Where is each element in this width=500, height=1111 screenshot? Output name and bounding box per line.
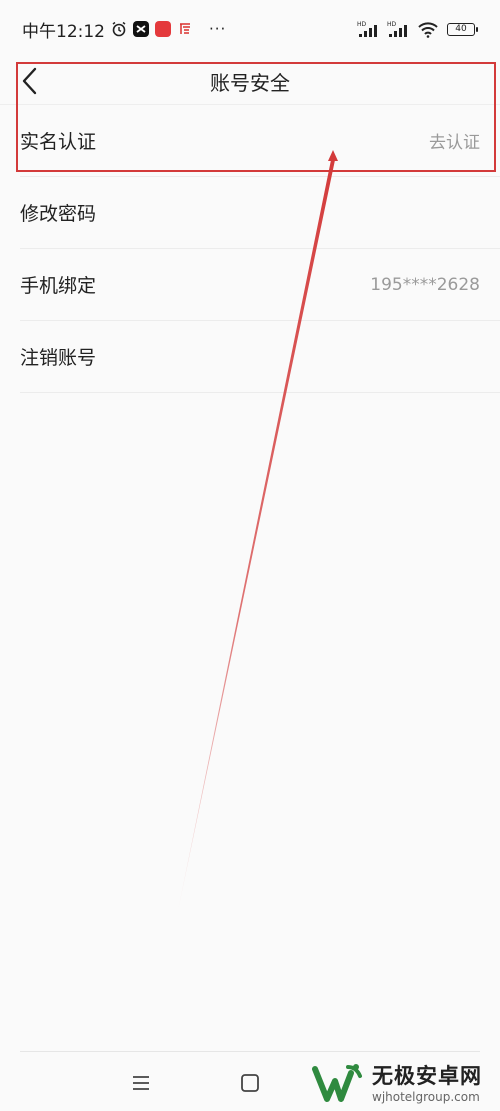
nav-divider [20, 1051, 480, 1052]
setting-label: 注销账号 [20, 347, 97, 369]
battery-icon: 40 [447, 22, 478, 36]
watermark-logo-icon [312, 1064, 362, 1102]
status-bar: 中午12:12 ··· HD HD 40 [0, 0, 500, 58]
setting-label: 实名认证 [20, 131, 97, 153]
header: 账号安全 [0, 58, 500, 105]
jd-app-icon [155, 21, 171, 37]
watermark-url: wjhotelgroup.com [372, 1090, 480, 1104]
battery-level: 40 [447, 22, 475, 36]
signal-icon: HD [357, 20, 379, 38]
setting-phone-binding[interactable]: 手机绑定 195****2628 [20, 249, 500, 321]
watermark-text: 无极安卓网 wjhotelgroup.com [372, 1060, 482, 1104]
kitchen-app-icon [177, 21, 193, 37]
settings-list: 实名认证 去认证 修改密码 手机绑定 195****2628 注销账号 [0, 105, 500, 393]
account-security-screen: 中午12:12 ··· HD HD 40 账号安全 实名认证 去认证 修改密码 … [0, 0, 500, 1111]
wifi-icon [417, 20, 439, 38]
menu-button[interactable] [126, 1068, 156, 1098]
signal-icon-2: HD [387, 20, 409, 38]
setting-real-name-auth[interactable]: 实名认证 去认证 [20, 105, 500, 177]
page-title: 账号安全 [210, 70, 290, 95]
network-label-hd-1: HD [357, 21, 367, 28]
setting-value: 去认证 [429, 133, 480, 153]
back-button[interactable] [14, 64, 44, 98]
status-left: 中午12:12 ··· [22, 17, 226, 42]
capcut-app-icon [133, 21, 149, 37]
home-button[interactable] [235, 1068, 265, 1098]
home-square-icon [241, 1074, 259, 1092]
setting-value: 195****2628 [370, 274, 480, 295]
setting-change-password[interactable]: 修改密码 [20, 177, 500, 249]
watermark-title: 无极安卓网 [372, 1064, 482, 1088]
status-overflow: ··· [209, 20, 227, 38]
alarm-clock-icon [111, 21, 127, 37]
setting-label: 手机绑定 [20, 275, 97, 297]
status-time: 中午12:12 [22, 21, 105, 42]
chevron-left-icon [22, 67, 37, 95]
network-label-hd-2: HD [387, 21, 397, 28]
status-right: HD HD 40 [357, 20, 478, 38]
setting-label: 修改密码 [20, 203, 97, 225]
menu-icon [133, 1076, 149, 1090]
setting-delete-account[interactable]: 注销账号 [20, 321, 500, 393]
watermark: 无极安卓网 wjhotelgroup.com [312, 1060, 482, 1104]
